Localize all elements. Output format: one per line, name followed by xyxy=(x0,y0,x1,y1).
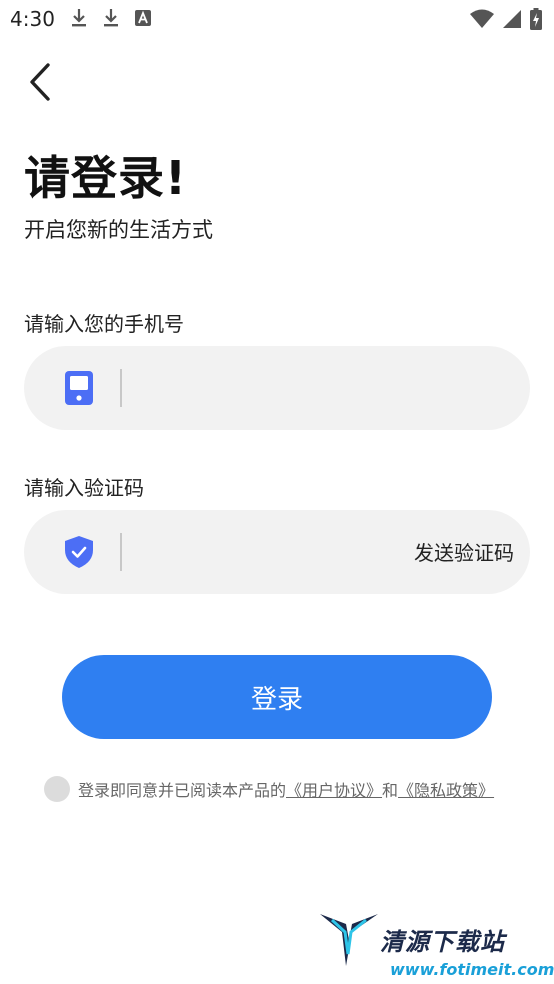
download-icon xyxy=(102,8,120,32)
status-time: 4:30 xyxy=(10,7,55,31)
user-agreement-link[interactable]: 《用户协议》 xyxy=(286,777,382,801)
phone-field-divider xyxy=(120,369,122,407)
battery-charging-icon xyxy=(530,8,542,34)
verification-code-input[interactable] xyxy=(136,530,340,576)
agree-checkbox[interactable] xyxy=(44,776,70,802)
watermark-url: www.fotimeit.com xyxy=(390,960,554,979)
text-a-icon xyxy=(134,8,152,32)
chevron-left-icon xyxy=(28,62,52,106)
code-field[interactable]: 发送验证码 xyxy=(24,510,530,594)
watermark-logo-icon xyxy=(318,910,380,974)
code-field-divider xyxy=(120,533,122,571)
back-button[interactable] xyxy=(18,60,62,108)
agreement-text: 登录即同意并已阅读本产品的 xyxy=(78,781,287,800)
code-field-label: 请输入验证码 xyxy=(24,476,144,500)
status-notifications xyxy=(70,8,152,32)
shield-check-icon xyxy=(64,534,94,570)
status-system-icons xyxy=(470,8,542,34)
phone-icon xyxy=(64,370,94,406)
watermark-title: 清源下载站 xyxy=(380,928,505,956)
download-icon xyxy=(70,8,88,32)
agreement-row: 登录即同意并已阅读本产品的 《用户协议》 和 《隐私政策》 xyxy=(44,776,494,802)
page-title: 请登录! xyxy=(24,151,187,205)
page-subtitle: 开启您新的生活方式 xyxy=(24,218,213,242)
status-bar: 4:30 xyxy=(0,0,554,38)
phone-field-label: 请输入您的手机号 xyxy=(24,312,184,336)
login-button[interactable]: 登录 xyxy=(62,655,492,739)
watermark: 清源下载站 www.fotimeit.com xyxy=(318,906,554,984)
signal-icon xyxy=(502,9,522,33)
send-code-button[interactable]: 发送验证码 xyxy=(414,537,514,566)
wifi-icon xyxy=(470,9,494,33)
phone-input[interactable] xyxy=(136,366,400,412)
phone-field[interactable] xyxy=(24,346,530,430)
agreement-and: 和 xyxy=(382,781,399,800)
privacy-policy-link[interactable]: 《隐私政策》 xyxy=(398,777,494,801)
